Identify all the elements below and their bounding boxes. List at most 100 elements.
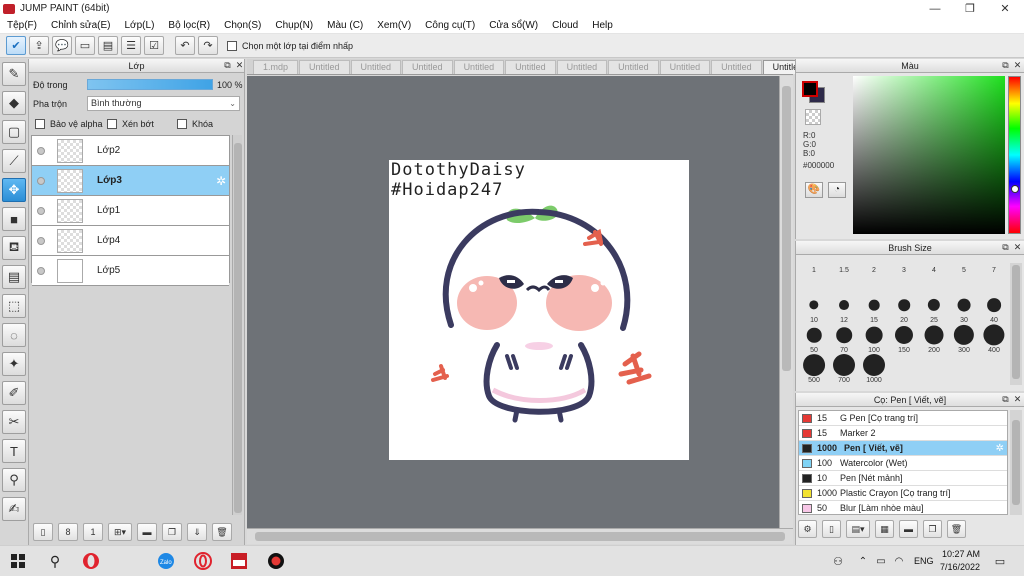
document-tab[interactable]: Untitled [402,60,453,74]
new-1bit-layer-icon[interactable]: 1 [83,523,103,541]
panel-float-icon[interactable]: ⧉ [222,60,233,71]
bucket-tool-icon[interactable]: ⛾ [2,236,26,260]
language-indicator[interactable]: ENG [914,556,934,566]
brush-list-item[interactable]: 1000 Pen [ Viết, vẽ] ✲ [799,441,1007,456]
visibility-icon[interactable] [37,266,45,275]
checkmark-tool-icon[interactable]: ✔ [6,36,26,55]
panel-close-icon[interactable]: ✕ [1012,242,1023,253]
delete-layer-icon[interactable]: 🗑 [212,523,232,541]
minimize-icon[interactable]: — [918,0,952,17]
new-halftone-layer-icon[interactable]: 8 [58,523,78,541]
document-canvas[interactable]: DotothyDaisy #Hoidap247 [389,160,689,460]
brush-size-option[interactable]: 400 [979,323,1009,354]
brush-size-option[interactable]: 1.5 [829,263,859,293]
layer-row[interactable]: Lớp3 ✲ [32,166,229,196]
brush-size-option[interactable]: 7 [979,263,1009,293]
canvas-area[interactable]: DotothyDaisy #Hoidap247 [247,76,779,528]
select-pen-tool-icon[interactable]: ✐ [2,381,26,405]
notification-icon[interactable]: ▭ [992,550,1008,572]
pen-tool-icon[interactable]: ✎ [2,62,26,86]
panel-float-icon[interactable]: ⧉ [1000,60,1011,71]
merge-layer-icon[interactable]: ⇓ [187,523,207,541]
brush-size-option[interactable]: 100 [859,323,889,354]
canvas-horizontal-scrollbar[interactable] [247,528,793,544]
brush-size-option[interactable]: 500 [799,353,829,384]
brush-size-option[interactable]: 70 [829,323,859,354]
document-tab[interactable]: Untitled [299,60,350,74]
brush-size-option[interactable]: 200 [919,323,949,354]
panel-float-icon[interactable]: ⧉ [1000,242,1011,253]
menu-item[interactable]: Màu (C) [320,20,370,31]
layer-row[interactable]: Lớp5 [32,256,229,286]
brush-list-item[interactable]: 15 Marker 2 [799,426,1007,441]
chevron-up-icon[interactable]: ⌃ [856,550,870,572]
menu-item[interactable]: Xem(V) [370,20,418,31]
brush-size-option[interactable]: 2 [859,263,889,293]
people-icon[interactable]: ⚇ [830,550,846,572]
brush-document-icon[interactable]: ▦ [875,520,894,538]
brush-list-item[interactable]: 100 Watercolor (Wet) [799,456,1007,471]
document-tab[interactable]: Untitled [505,60,556,74]
layer-row[interactable]: Lớp2 [32,136,229,166]
brush-list-scrollbar[interactable] [1010,410,1022,515]
clock-time[interactable]: 10:27 AM [942,549,980,559]
text-tool-icon[interactable]: T [2,439,26,463]
rectangle-tool-icon[interactable]: ▢ [2,120,26,144]
panel-close-icon[interactable]: ✕ [1012,60,1023,71]
opera-gx-icon[interactable] [192,550,214,572]
layer-settings-icon[interactable]: ✲ [216,174,226,188]
visibility-icon[interactable] [37,236,45,245]
windows-start-icon[interactable] [8,550,28,572]
transparent-color-swatch[interactable] [805,109,821,125]
visibility-icon[interactable] [37,146,45,155]
brush-size-option[interactable]: 700 [829,353,859,384]
brush-list-item[interactable]: 1000 Plastic Crayon [Cọ trang trí] [799,486,1007,501]
menu-item[interactable]: Chỉnh sửa(E) [44,20,118,31]
brush-size-option[interactable]: 5 [949,263,979,293]
brush-settings-icon[interactable]: ⚙ [798,520,817,538]
menu-item[interactable]: Công cụ(T) [418,20,482,31]
folder-icon[interactable]: ▬ [137,523,157,541]
select-rect-tool-icon[interactable]: ⬚ [2,294,26,318]
foreground-color-swatch[interactable] [802,81,818,97]
sample-one-layer-checkbox[interactable]: Chọn một lớp tại điểm nhấp [227,40,353,51]
blend-mode-select[interactable]: Bình thường ⌄ [87,96,240,111]
brush-list-item[interactable]: 10 Pen [Nét mảnh] [799,471,1007,486]
document-tab[interactable]: Untitled [608,60,659,74]
menu-item[interactable]: Chụp(N) [268,20,320,31]
brush-size-option[interactable]: 300 [949,323,979,354]
card-icon[interactable]: ▭ [75,36,95,55]
brush-size-option[interactable]: 25 [919,293,949,324]
document-tab[interactable]: Untitled [453,60,505,74]
menu-item[interactable]: Tệp(F) [0,20,44,31]
document-tab[interactable]: 1.mdp [253,60,299,74]
fill-rect-tool-icon[interactable]: ■ [2,207,26,231]
new-layer-icon[interactable]: ▯ [33,523,53,541]
zalo-icon[interactable]: Zalo [155,550,177,572]
palette-settings-icon[interactable]: ◔ [828,182,846,198]
magic-wand-tool-icon[interactable]: ✦ [2,352,26,376]
hue-slider-knob[interactable] [1011,185,1019,193]
battery-icon[interactable]: ▭ [874,550,888,572]
brush-size-option[interactable]: 50 [799,323,829,354]
opacity-slider[interactable] [87,79,213,90]
visibility-icon[interactable] [37,206,45,215]
visibility-icon[interactable] [37,176,45,185]
share-icon[interactable]: ⇪ [29,36,49,55]
panel-float-icon[interactable]: ⧉ [1000,394,1011,405]
brush-list-item[interactable]: 15 G Pen [Cọ trang trí] [799,411,1007,426]
brush-settings-icon[interactable]: ✲ [996,443,1004,454]
hand-tool-icon[interactable]: ✍ [2,497,26,521]
menu-item[interactable]: Help [585,20,620,31]
menu-item[interactable]: Lớp(L) [118,20,162,31]
add-layer-menu-icon[interactable]: ⊞▾ [108,523,132,541]
brush-size-option[interactable]: 1000 [859,353,889,384]
palette-icon[interactable]: 🎨 [805,182,823,198]
gradient-tool-icon[interactable]: ▤ [2,265,26,289]
canvas-vertical-scrollbar[interactable] [779,76,793,528]
layer-row[interactable]: Lớp1 [32,196,229,226]
document-tab[interactable]: Untitled [659,60,711,74]
delete-brush-icon[interactable]: 🗑 [947,520,966,538]
line-tool-icon[interactable]: ⟋ [2,149,26,173]
brush-size-option[interactable]: 15 [859,293,889,324]
